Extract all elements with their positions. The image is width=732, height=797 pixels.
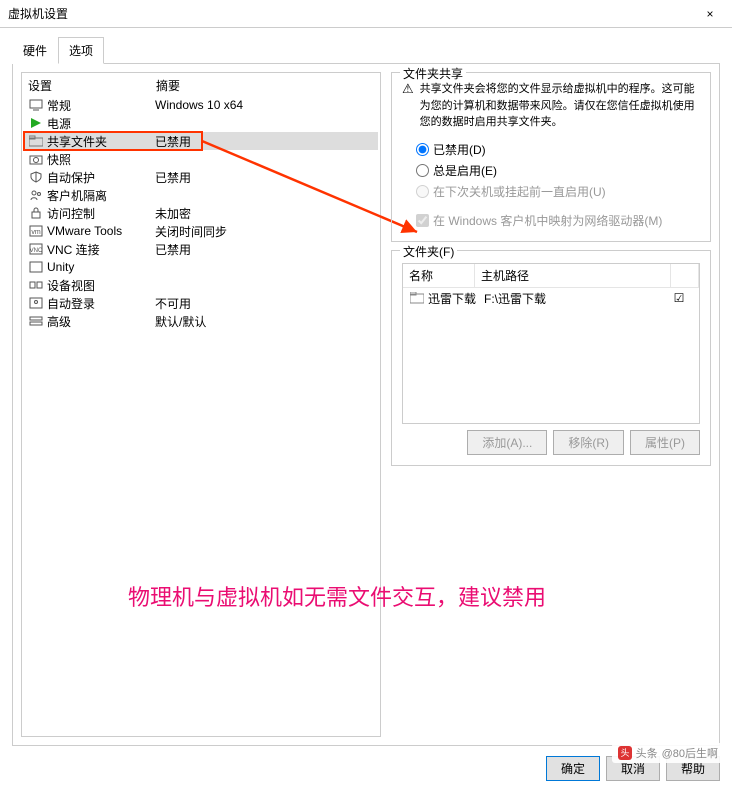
shield-icon [28, 170, 44, 184]
list-item-label: 设备视图 [47, 277, 155, 294]
list-item-label: 访问控制 [47, 205, 155, 222]
list-item-label: Unity [47, 260, 155, 274]
list-item[interactable]: 常规Windows 10 x64 [24, 96, 378, 114]
adv-icon [28, 314, 44, 328]
settings-list: 设置 摘要 常规Windows 10 x64电源共享文件夹已禁用快照自动保护已禁… [21, 72, 381, 737]
list-item[interactable]: 高级默认/默认 [24, 312, 378, 330]
folder-icon [409, 291, 425, 305]
monitor-icon [28, 98, 44, 112]
folder-icon [28, 134, 44, 148]
list-item-label: 共享文件夹 [47, 133, 155, 150]
warning-text: 共享文件夹会将您的文件显示给虚拟机中的程序。这可能为您的计算机和数据带来风险。请… [420, 81, 700, 131]
folder-col-name: 名称 [403, 264, 475, 287]
checkbox-map-input [416, 214, 429, 227]
list-item-label: 电源 [47, 115, 155, 132]
group-title-folders: 文件夹(F) [400, 243, 457, 260]
people-icon [28, 188, 44, 202]
vm-icon: vm [28, 224, 44, 238]
folder-props-button: 属性(P) [630, 430, 700, 455]
device-icon [28, 278, 44, 292]
folder-col-path: 主机路径 [475, 264, 671, 287]
list-item[interactable]: 快照 [24, 150, 378, 168]
list-item[interactable]: 共享文件夹已禁用 [24, 132, 378, 150]
svg-text:头: 头 [620, 748, 629, 758]
list-item-summary: 已禁用 [155, 133, 374, 150]
radio-always[interactable]: 总是启用(E) [402, 160, 700, 181]
close-button[interactable]: × [688, 0, 732, 28]
folder-enabled-check[interactable]: ☑ [665, 291, 693, 305]
list-item-label: 快照 [47, 151, 155, 168]
list-item[interactable]: vm VMware Tools关闭时间同步 [24, 222, 378, 240]
list-item-summary: 默认/默认 [155, 313, 374, 330]
lock-icon [28, 206, 44, 220]
checkbox-map-drive: 在 Windows 客户机中映射为网络驱动器(M) [402, 210, 700, 231]
list-item-summary: 已禁用 [155, 241, 374, 258]
watermark-handle: @80后生啊 [662, 745, 718, 761]
list-item-summary: Windows 10 x64 [155, 98, 374, 112]
folder-table: 名称 主机路径 迅雷下载 F:\迅雷下载 ☑ [402, 263, 700, 424]
group-title-sharing: 文件夹共享 [400, 65, 466, 82]
watermark-prefix: 头条 [636, 745, 658, 761]
list-item-label: 自动登录 [47, 295, 155, 312]
list-item[interactable]: 自动登录不可用 [24, 294, 378, 312]
list-item-summary: 关闭时间同步 [155, 223, 374, 240]
folders-group: 文件夹(F) 名称 主机路径 迅雷下载 F:\迅雷下载 ☑ [391, 250, 711, 466]
annotation-text: 物理机与虚拟机如无需文件交互，建议禁用 [128, 580, 546, 612]
radio-disabled[interactable]: 已禁用(D) [402, 139, 700, 160]
radio-until-input [416, 185, 429, 198]
list-item-label: 自动保护 [47, 169, 155, 186]
login-icon [28, 296, 44, 310]
radio-disabled-input[interactable] [416, 143, 429, 156]
watermark-logo-icon: 头 [618, 746, 632, 760]
list-item-summary: 已禁用 [155, 169, 374, 186]
remove-folder-button: 移除(R) [553, 430, 624, 455]
radio-always-input[interactable] [416, 164, 429, 177]
list-item-label: VMware Tools [47, 224, 155, 238]
list-item-label: 高级 [47, 313, 155, 330]
list-item[interactable]: 设备视图 [24, 276, 378, 294]
folder-path: F:\迅雷下载 [484, 290, 665, 307]
warning-icon: ⚠ [402, 81, 414, 97]
watermark: 头 头条 @80后生啊 [612, 743, 724, 763]
list-item[interactable]: 自动保护已禁用 [24, 168, 378, 186]
folder-row[interactable]: 迅雷下载 F:\迅雷下载 ☑ [403, 288, 699, 309]
folder-col-check [671, 264, 699, 287]
list-header: 设置 摘要 [24, 75, 378, 96]
list-item[interactable]: VNC VNC 连接已禁用 [24, 240, 378, 258]
list-item-label: 常规 [47, 97, 155, 114]
vnc-icon: VNC [28, 242, 44, 256]
svg-text:VNC: VNC [30, 248, 43, 254]
list-item[interactable]: 访问控制未加密 [24, 204, 378, 222]
camera-icon [28, 152, 44, 166]
window-title: 虚拟机设置 [8, 5, 68, 22]
folder-name: 迅雷下载 [428, 290, 484, 307]
list-item-label: VNC 连接 [47, 241, 155, 258]
list-item-label: 客户机隔离 [47, 187, 155, 204]
col-summary: 摘要 [156, 77, 374, 94]
list-item-summary: 不可用 [155, 295, 374, 312]
close-icon: × [706, 7, 713, 21]
tab-hardware[interactable]: 硬件 [12, 37, 58, 64]
unity-icon [28, 260, 44, 274]
list-item[interactable]: 电源 [24, 114, 378, 132]
add-folder-button: 添加(A)... [467, 430, 547, 455]
list-item[interactable]: 客户机隔离 [24, 186, 378, 204]
titlebar: 虚拟机设置 × [0, 0, 732, 28]
list-item-summary: 未加密 [155, 205, 374, 222]
radio-until-poweroff: 在下次关机或挂起前一直启用(U) [402, 181, 700, 202]
ok-button[interactable]: 确定 [546, 756, 600, 781]
list-item[interactable]: Unity [24, 258, 378, 276]
power-icon [28, 116, 44, 130]
col-setting: 设置 [28, 77, 156, 94]
tab-options[interactable]: 选项 [58, 37, 104, 64]
svg-text:vm: vm [31, 229, 41, 236]
folder-sharing-group: 文件夹共享 ⚠ 共享文件夹会将您的文件显示给虚拟机中的程序。这可能为您的计算机和… [391, 72, 711, 242]
tab-strip: 硬件 选项 [12, 36, 720, 64]
